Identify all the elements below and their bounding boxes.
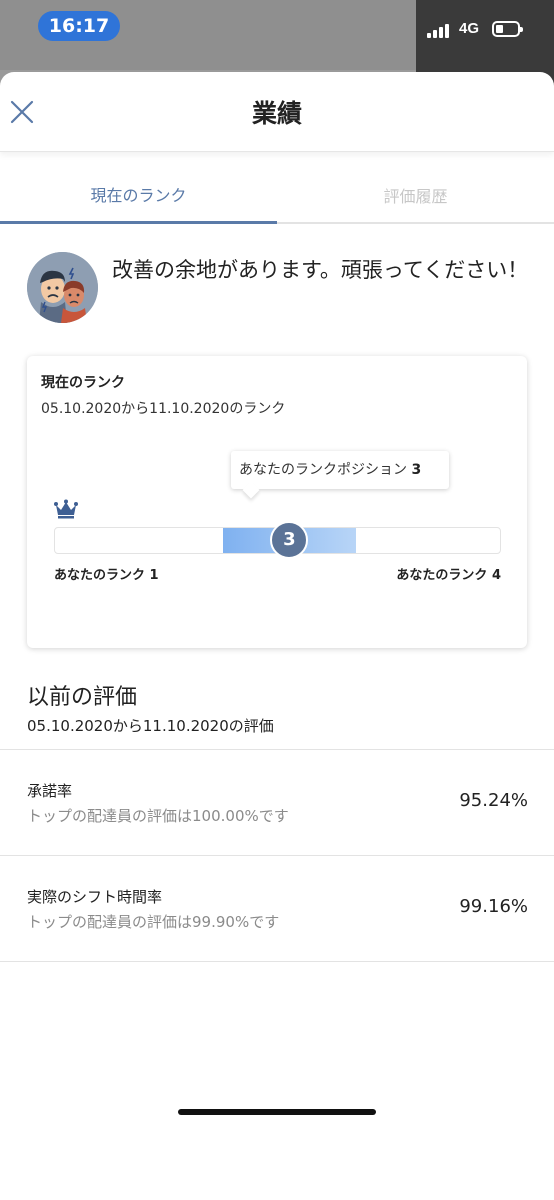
metric-description: トップの配達員の評価は99.90%です <box>27 913 280 931</box>
rank-min-label: あなたのランク 1 <box>54 568 159 583</box>
performance-sheet: 業績 現在のランク 評価履歴 改善の余地があります。頑張ってください！ 現在のラ… <box>0 72 554 1200</box>
rank-max-label: あなたのランク 4 <box>396 568 501 583</box>
tab-current-rank[interactable]: 現在のランク <box>0 152 277 224</box>
divider <box>0 961 554 962</box>
previous-rating-period: 05.10.2020から11.10.2020の評価 <box>27 717 274 735</box>
sheet-header: 業績 <box>0 72 554 152</box>
crown-icon <box>54 499 78 519</box>
avatar <box>27 252 98 323</box>
previous-rating-title: 以前の評価 <box>27 685 138 710</box>
tooltip-label: あなたのランクポジション <box>239 462 407 478</box>
metric-acceptance-rate[interactable]: 承諾率 トップの配達員の評価は100.00%です 95.24% <box>0 749 554 855</box>
metric-value: 99.16% <box>459 896 528 917</box>
rank-card-title: 現在のランク <box>41 375 125 391</box>
feedback-message: 改善の余地があります。頑張ってください！ <box>0 224 554 334</box>
rank-position-tooltip: あなたのランクポジション 3 <box>231 451 449 499</box>
metric-shift-time-rate[interactable]: 実際のシフト時間率 トップの配達員の評価は99.90%です 99.16% <box>0 855 554 961</box>
battery-icon <box>492 21 523 37</box>
metric-name: 実際のシフト時間率 <box>27 888 163 906</box>
home-indicator[interactable] <box>178 1109 376 1115</box>
metric-description: トップの配達員の評価は100.00%です <box>27 807 289 825</box>
metric-value: 95.24% <box>459 790 528 811</box>
worried-faces-icon <box>27 252 98 323</box>
network-type: 4G <box>459 20 480 37</box>
feedback-text: 改善の余地があります。頑張ってください！ <box>112 258 529 282</box>
tab-bar: 現在のランク 評価履歴 <box>0 152 554 224</box>
cellular-signal-icon <box>427 22 449 38</box>
rank-card-period: 05.10.2020から11.10.2020のランク <box>41 401 286 417</box>
rank-track: 3 <box>54 521 501 559</box>
rank-position-marker: 3 <box>270 521 309 559</box>
status-bar: 16:17 4G <box>0 0 554 100</box>
tab-rating-history[interactable]: 評価履歴 <box>277 152 554 224</box>
status-time[interactable]: 16:17 <box>38 11 120 41</box>
rank-card: 現在のランク 05.10.2020から11.10.2020のランク あなたのラン… <box>27 356 527 648</box>
page-title: 業績 <box>251 99 302 128</box>
metric-name: 承諾率 <box>27 782 73 800</box>
tooltip-position: 3 <box>411 462 422 478</box>
